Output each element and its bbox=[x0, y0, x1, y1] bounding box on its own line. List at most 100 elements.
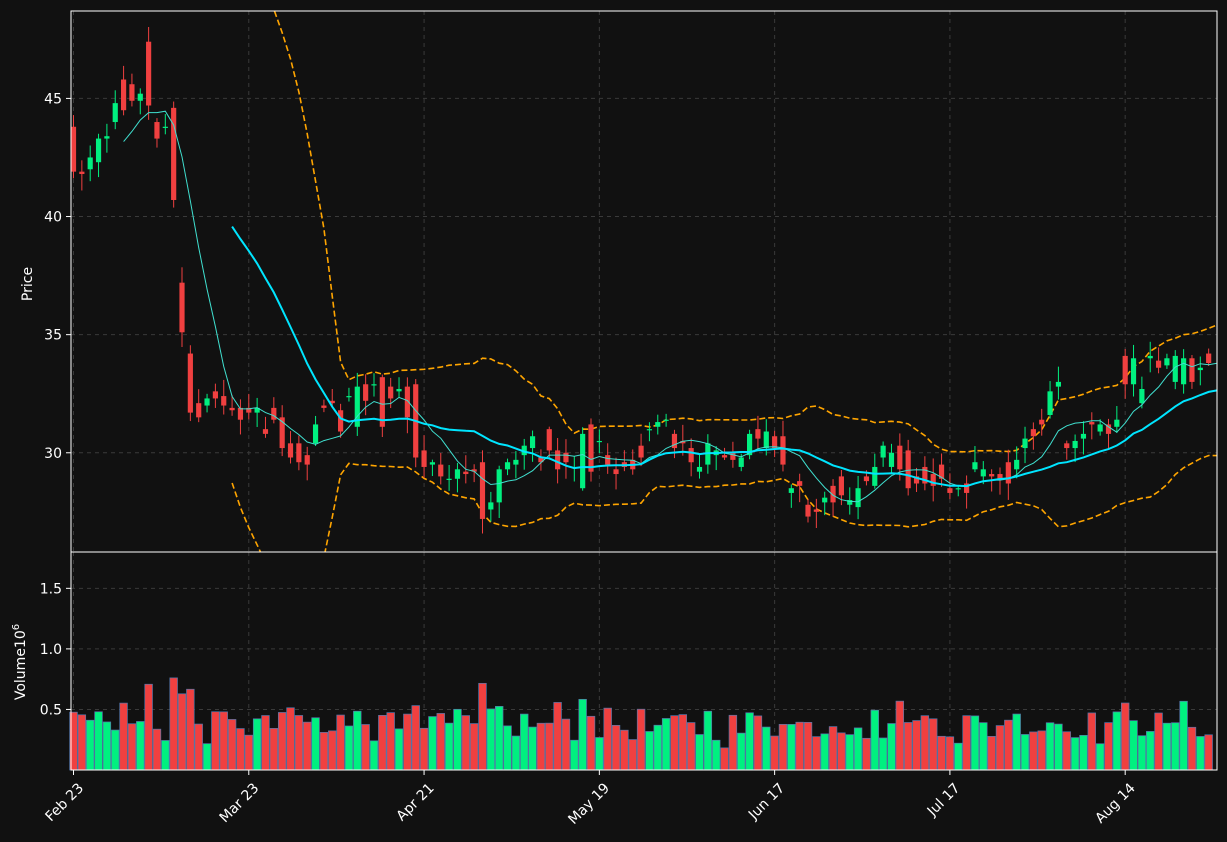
candle-body-131 bbox=[1164, 358, 1170, 366]
volume-bar-22 bbox=[252, 718, 262, 771]
volume-bar-7 bbox=[127, 723, 137, 771]
candle-body-99 bbox=[897, 445, 903, 470]
volume-bar-120 bbox=[1070, 737, 1080, 771]
volume-bar-104 bbox=[937, 735, 946, 771]
candle-body-127 bbox=[1130, 358, 1137, 385]
candle-body-13 bbox=[179, 282, 185, 333]
candle-body-120 bbox=[1072, 440, 1078, 449]
volume-bar-11 bbox=[161, 740, 170, 771]
volume-bar-62 bbox=[586, 715, 596, 771]
volume-bar-103 bbox=[929, 718, 938, 771]
candle-body-7 bbox=[129, 84, 135, 101]
volume-bar-32 bbox=[336, 714, 345, 771]
volume-bar-9 bbox=[144, 683, 153, 771]
candle-body-64 bbox=[605, 455, 611, 465]
volume-bar-24 bbox=[269, 728, 279, 771]
volume-bar-111 bbox=[995, 725, 1005, 771]
volume-bar-47 bbox=[461, 715, 470, 771]
candle-body-122 bbox=[1089, 422, 1095, 425]
candle-body-109 bbox=[980, 469, 986, 477]
volume-bar-117 bbox=[1045, 722, 1055, 771]
candle-body-128 bbox=[1139, 388, 1145, 404]
candle-body-92 bbox=[838, 476, 844, 496]
candle-body-88 bbox=[805, 504, 811, 517]
volume-bar-100 bbox=[903, 722, 913, 771]
volume-bar-74 bbox=[686, 722, 696, 771]
candle-body-58 bbox=[555, 450, 561, 470]
candle-body-125 bbox=[1114, 419, 1120, 427]
candle-body-52 bbox=[504, 462, 511, 470]
candle-body-106 bbox=[955, 488, 961, 490]
volume-bar-55 bbox=[528, 726, 537, 771]
candle-body-55 bbox=[529, 436, 536, 449]
volume-axis-exponent-base: 10 bbox=[13, 630, 29, 648]
volume-bar-134 bbox=[1187, 726, 1197, 771]
volume-bar-121 bbox=[1079, 734, 1088, 771]
volume-bar-94 bbox=[853, 727, 863, 771]
volume-bar-96 bbox=[870, 709, 879, 771]
candle-body-61 bbox=[580, 433, 586, 489]
volume-bar-84 bbox=[770, 735, 779, 771]
volume-bar-35 bbox=[361, 724, 370, 771]
volume-bar-37 bbox=[378, 714, 387, 771]
candle-body-44 bbox=[438, 464, 444, 477]
candle-body-18 bbox=[221, 396, 227, 406]
candle-body-95 bbox=[863, 476, 870, 482]
candle-body-3 bbox=[95, 138, 102, 163]
candle-body-135 bbox=[1197, 367, 1203, 371]
candle-body-24 bbox=[271, 407, 277, 420]
volume-bar-28 bbox=[303, 721, 312, 771]
volume-bar-42 bbox=[419, 727, 429, 771]
candle-body-9 bbox=[146, 41, 152, 106]
volume-bar-114 bbox=[1020, 734, 1030, 771]
price-ytick-label-1: 35 bbox=[44, 328, 62, 344]
candle-body-98 bbox=[888, 452, 895, 467]
volume-bar-116 bbox=[1037, 730, 1046, 771]
volume-bar-69 bbox=[645, 731, 654, 771]
volume-bar-50 bbox=[486, 708, 496, 771]
volume-bar-19 bbox=[227, 719, 237, 771]
volume-bar-76 bbox=[703, 710, 713, 771]
volume-bar-20 bbox=[236, 728, 245, 771]
volume-bar-65 bbox=[611, 724, 621, 771]
volume-bar-127 bbox=[1129, 720, 1138, 771]
volume-bar-89 bbox=[812, 736, 821, 771]
volume-bar-108 bbox=[970, 715, 980, 771]
volume-bar-15 bbox=[194, 723, 203, 771]
candle-body-69 bbox=[646, 429, 653, 431]
volume-bar-61 bbox=[578, 698, 587, 771]
candle-body-113 bbox=[1014, 459, 1020, 470]
volume-bar-60 bbox=[570, 739, 579, 771]
volume-bar-2 bbox=[86, 719, 95, 771]
volume-bar-48 bbox=[469, 723, 479, 771]
volume-axis-exponent-power: 6 bbox=[11, 624, 22, 630]
volume-bar-133 bbox=[1179, 700, 1188, 771]
volume-bar-71 bbox=[661, 718, 671, 771]
volume-bar-72 bbox=[670, 715, 679, 771]
candle-body-33 bbox=[346, 396, 352, 398]
candle-body-100 bbox=[905, 450, 911, 489]
volume-bar-93 bbox=[845, 734, 854, 771]
candle-body-75 bbox=[696, 466, 703, 472]
candle-body-43 bbox=[429, 462, 435, 465]
candle-body-42 bbox=[421, 450, 427, 467]
volume-bar-128 bbox=[1137, 735, 1147, 771]
candle-body-79 bbox=[730, 452, 736, 460]
volume-bar-51 bbox=[494, 706, 504, 771]
candle-body-30 bbox=[321, 405, 327, 408]
volume-bar-52 bbox=[503, 725, 512, 771]
volume-bar-31 bbox=[328, 730, 337, 771]
volume-bar-16 bbox=[202, 743, 212, 771]
candle-body-123 bbox=[1097, 424, 1103, 432]
volume-bar-132 bbox=[1171, 722, 1180, 771]
volume-bar-33 bbox=[344, 725, 354, 771]
volume-bar-5 bbox=[111, 729, 120, 771]
price-ytick-label-2: 40 bbox=[44, 210, 62, 226]
volume-bar-49 bbox=[478, 682, 487, 771]
volume-bar-68 bbox=[636, 708, 646, 771]
candle-body-129 bbox=[1147, 355, 1153, 359]
candle-body-16 bbox=[204, 398, 210, 406]
volume-bar-30 bbox=[319, 732, 329, 771]
volume-bar-26 bbox=[286, 707, 295, 771]
candle-body-0 bbox=[71, 126, 77, 172]
